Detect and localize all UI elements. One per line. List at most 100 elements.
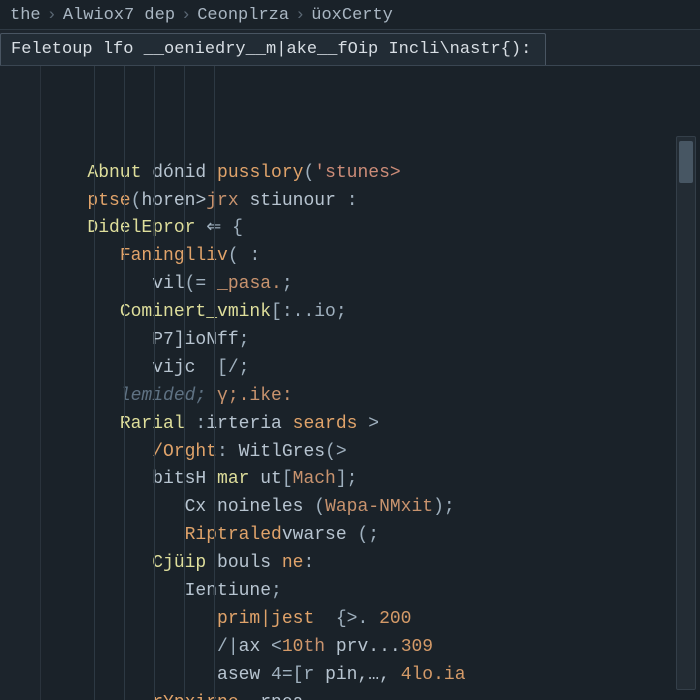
code-token: ; <box>239 330 250 350</box>
code-line[interactable]: Cx noineles (Wapa-NMxit); <box>55 494 690 522</box>
editor-tab[interactable]: Feletoup lfo __oeniedry__m|ake__fOip Inc… <box>0 33 546 65</box>
code-line[interactable]: /Orght: WitlGres(> <box>55 439 690 467</box>
code-line[interactable]: Cominert_vmink[:..io; <box>55 299 690 327</box>
code-token: ( <box>314 497 325 517</box>
code-token: γ;.ike: <box>217 386 293 406</box>
code-line[interactable]: asew 4=[r pin,…, 4lo.ia <box>55 662 690 690</box>
editor-area[interactable]: Abnut dónid pusslory('stunes> ptse(horen… <box>0 66 700 700</box>
breadcrumb-item[interactable]: Ceonplrza <box>197 6 289 25</box>
breadcrumb-item[interactable]: üoxCerty <box>311 6 393 25</box>
code-token: Ientiune <box>185 581 271 601</box>
code-token: ptse <box>87 191 130 211</box>
code-token: ( : <box>228 246 260 266</box>
code-token: ; <box>271 581 282 601</box>
code-token: th <box>303 637 335 657</box>
code-line[interactable]: Faninglliv( : <box>55 243 690 271</box>
code-token: (= <box>185 274 207 294</box>
code-token: ; <box>282 274 293 294</box>
code-token: Rarial <box>120 414 185 434</box>
code-token: lemided; <box>120 386 217 406</box>
chevron-right-icon: › <box>47 6 57 25</box>
code-token: ax <box>239 637 271 657</box>
code-line[interactable]: Riptraledvwarse (; <box>55 522 690 550</box>
code-token: ( <box>131 191 142 211</box>
code-token: {>. <box>314 609 379 629</box>
code-token: bitsH <box>152 469 217 489</box>
code-token: [ <box>282 469 293 489</box>
code-token: (; <box>357 525 379 545</box>
code-token: prv... <box>336 637 401 657</box>
code-token: horen> <box>141 191 206 211</box>
code-token: dónid <box>141 163 217 183</box>
code-token: (> <box>325 442 347 462</box>
code-token: vijc <box>152 358 195 378</box>
code-token: ( <box>303 163 314 183</box>
code-line[interactable]: lemided; γ;.ike: <box>55 383 690 411</box>
code-token: 200 <box>379 609 411 629</box>
code-token: ); <box>433 497 455 517</box>
scrollbar-thumb[interactable] <box>679 141 693 183</box>
code-token: : <box>303 553 314 573</box>
editor-window: the › Alwiox7 dep › Ceonplrza › üoxCerty… <box>0 0 700 700</box>
code-token: 4=[r <box>271 665 325 685</box>
code-token: seards <box>293 414 358 434</box>
code-token: : <box>217 442 239 462</box>
code-line[interactable]: rYpxirne rnea, <box>55 690 690 700</box>
code-token: Wapa-NMxit <box>325 497 433 517</box>
code-token: [:..io; <box>271 302 347 322</box>
code-token: rnea, <box>239 693 315 700</box>
code-token: pusslory <box>217 163 303 183</box>
code-line[interactable]: Cjüip bouls ne: <box>55 550 690 578</box>
code-token: _pasa. <box>206 274 282 294</box>
code-token: ⇐ { <box>195 218 243 238</box>
code-token: Riptraled <box>185 525 282 545</box>
code-line[interactable]: bitsH mar ut[Mach]; <box>55 466 690 494</box>
code-line[interactable]: vil(= _pasa.; <box>55 271 690 299</box>
code-token: 'stunes> <box>314 163 400 183</box>
code-view[interactable]: Abnut dónid pusslory('stunes> ptse(horen… <box>41 66 700 700</box>
code-token: irteria <box>206 414 292 434</box>
vertical-scrollbar[interactable] <box>676 136 696 690</box>
chevron-right-icon: › <box>295 6 305 25</box>
chevron-right-icon: › <box>181 6 191 25</box>
code-token: stiunour <box>249 191 335 211</box>
code-line[interactable]: Abnut dónid pusslory('stunes> <box>55 160 690 188</box>
code-line[interactable]: vijc [/; <box>55 355 690 383</box>
code-line[interactable]: ptse(horen>jrx stiunour : <box>55 188 690 216</box>
breadcrumb-item[interactable]: the <box>10 6 41 25</box>
code-token: > <box>357 414 379 434</box>
code-token: Cx noineles <box>185 497 315 517</box>
code-token: Abnut <box>87 163 141 183</box>
code-token: jrx <box>206 191 249 211</box>
code-line[interactable]: DidelEpror ⇐ { <box>55 215 690 243</box>
code-token: bouls <box>206 553 282 573</box>
code-token: [/; <box>195 358 249 378</box>
code-token: mar <box>217 469 249 489</box>
code-token: < <box>271 637 282 657</box>
tab-bar: Feletoup lfo __oeniedry__m|ake__fOip Inc… <box>0 30 700 66</box>
code-line[interactable]: Rarial :irteria seards > <box>55 411 690 439</box>
code-line[interactable]: P7]ioNff; <box>55 327 690 355</box>
code-token: ]; <box>336 469 358 489</box>
code-token: DidelEpror <box>87 218 195 238</box>
code-token: ut <box>249 469 281 489</box>
code-line[interactable]: prim|jest {>. 200 <box>55 606 690 634</box>
code-token: 4lo.ia <box>401 665 466 685</box>
code-token: /| <box>217 637 239 657</box>
code-line[interactable]: /|ax <10th prv...309 <box>55 634 690 662</box>
code-token: asew <box>217 665 271 685</box>
code-token: Cjüip <box>152 553 206 573</box>
code-token: Faninglliv <box>120 246 228 266</box>
code-token: ne <box>282 553 304 573</box>
code-token: rYpxirne <box>152 693 238 700</box>
code-token: vwarse <box>282 525 358 545</box>
code-line[interactable]: Ientiune; <box>55 578 690 606</box>
code-token: /Orght <box>152 442 217 462</box>
code-token: Cominert_vmink <box>120 302 271 322</box>
code-token: pin,…, <box>325 665 401 685</box>
code-token: : <box>336 191 358 211</box>
breadcrumb[interactable]: the › Alwiox7 dep › Ceonplrza › üoxCerty <box>0 0 700 30</box>
code-token: : <box>185 414 207 434</box>
code-token: WitlGres <box>239 442 325 462</box>
breadcrumb-item[interactable]: Alwiox7 dep <box>63 6 175 25</box>
